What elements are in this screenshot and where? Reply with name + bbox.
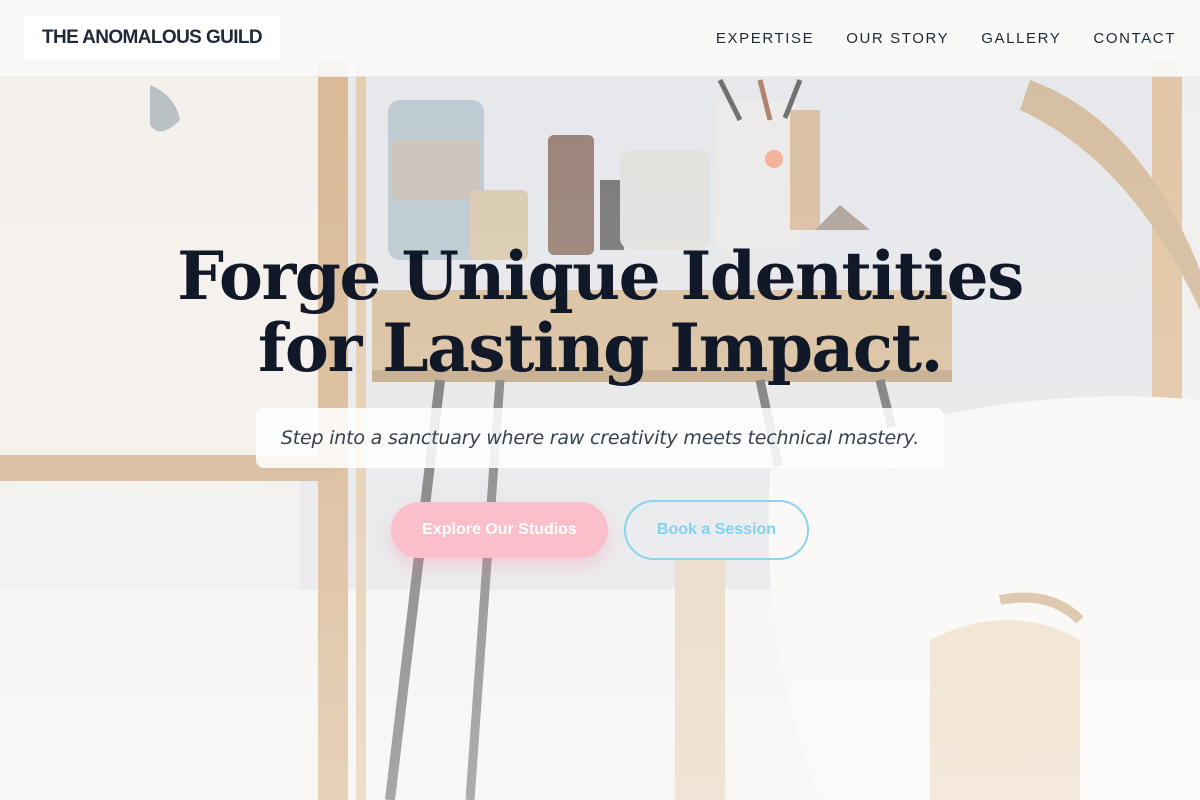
- image-overlay: [0, 0, 1200, 800]
- hero-title-line-1: Forge Unique Identities: [177, 237, 1024, 315]
- brand-logo[interactable]: THE ANOMALOUS GUILD: [24, 16, 280, 60]
- hero-tagline: Step into a sanctuary where raw creativi…: [280, 427, 920, 449]
- book-session-button[interactable]: Book a Session: [624, 500, 809, 560]
- nav-link-contact[interactable]: CONTACT: [1093, 30, 1176, 47]
- hero-title: Forge Unique Identities for Lasting Impa…: [0, 240, 1200, 384]
- hero-background-image: [0, 0, 1200, 800]
- explore-studios-button[interactable]: Explore Our Studios: [391, 502, 608, 558]
- nav-link-expertise[interactable]: EXPERTISE: [716, 30, 814, 47]
- main-nav: EXPERTISE OUR STORY GALLERY CONTACT: [684, 0, 1176, 77]
- nav-link-gallery[interactable]: GALLERY: [981, 30, 1061, 47]
- nav-link-our-story[interactable]: OUR STORY: [846, 30, 949, 47]
- hero-title-line-2: for Lasting Impact.: [258, 309, 943, 387]
- tagline-box: Step into a sanctuary where raw creativi…: [256, 408, 944, 468]
- site-header: THE ANOMALOUS GUILD EXPERTISE OUR STORY …: [0, 0, 1200, 77]
